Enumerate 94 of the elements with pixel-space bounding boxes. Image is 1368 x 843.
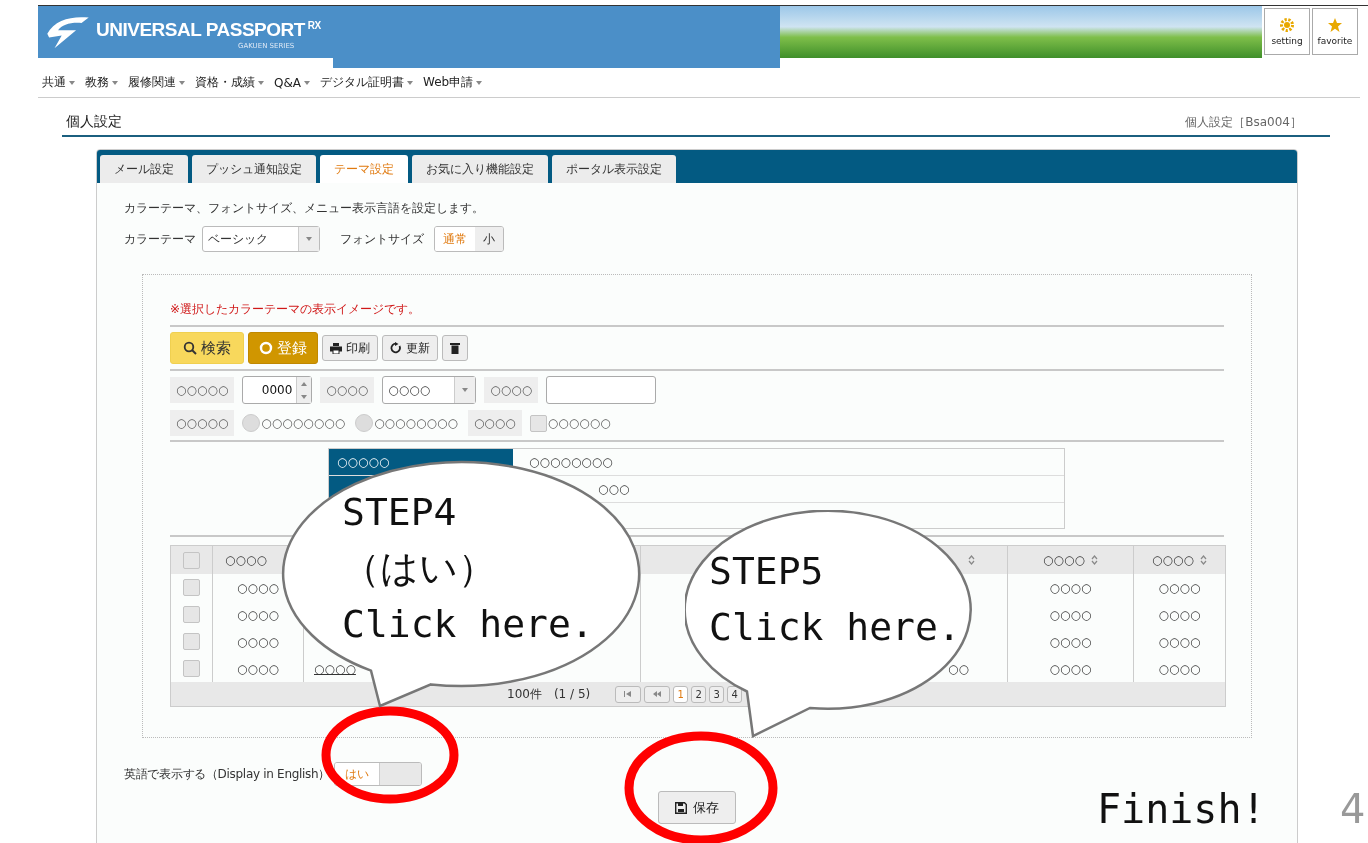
tab[interactable]: プッシュ通知設定 (192, 155, 316, 183)
form-label: ○○○○○ (170, 377, 235, 403)
page-button[interactable]: 3 (709, 685, 725, 703)
select-field[interactable]: ○○○○ (382, 376, 477, 404)
field-label: カラーテーマ (124, 230, 196, 248)
field-label: 英語で表示する（Display in English） (124, 765, 331, 783)
form-label: ○○○○○ (170, 410, 235, 436)
menu-item[interactable]: 共通 (42, 74, 75, 91)
page-number: 4 (1340, 786, 1366, 832)
font-size-option[interactable]: 小 (475, 227, 503, 251)
caret-icon (69, 80, 75, 85)
theme-select[interactable]: ベーシック (202, 226, 320, 252)
radio-button[interactable] (242, 414, 261, 432)
callout-text: STEP5 Click here. (709, 548, 961, 651)
toolbar-button[interactable]: 検索 (170, 332, 244, 364)
tab[interactable]: メール設定 (100, 155, 188, 183)
tab[interactable]: ポータル表示設定 (552, 155, 676, 183)
toolbar-button[interactable]: 印刷 (322, 335, 378, 361)
column-header[interactable]: ○○○○ (1043, 553, 1085, 567)
table-cell: ○○○○ (1049, 661, 1092, 676)
radio-button[interactable] (355, 414, 374, 432)
table-cell: ○○○○ (237, 661, 279, 676)
trash-icon (450, 342, 460, 354)
table-cell: ○○○○○○○○ (529, 455, 613, 469)
sort-icon[interactable] (968, 555, 975, 565)
table-cell: ○○○○ (1049, 607, 1092, 622)
star-icon (1327, 17, 1343, 33)
table-cell: ○○ (948, 661, 969, 676)
caret-icon (304, 80, 310, 85)
search-icon (183, 341, 197, 355)
column-header[interactable]: ○○○○ (1152, 553, 1194, 567)
input-field[interactable] (546, 376, 657, 404)
option-label: ○○○○○○ (547, 416, 611, 430)
page-button[interactable]: 2 (691, 685, 707, 703)
table-link[interactable]: ○○○○ (314, 661, 356, 676)
rewind-icon (652, 691, 662, 697)
table-cell: ○○○○ (1049, 580, 1092, 595)
header-button[interactable]: setting (1264, 8, 1310, 55)
checkbox[interactable] (529, 414, 547, 432)
checkbox[interactable] (183, 551, 200, 569)
table-cell: ○○○○ (1158, 607, 1201, 622)
table-cell: ○○○○ (237, 607, 279, 622)
tab[interactable]: お気に入り機能設定 (412, 155, 548, 183)
table-cell: ○○○○ (1158, 580, 1201, 595)
logo-text: UNIVERSAL PASSPORT$^{RX}$ (96, 20, 321, 40)
checkbox[interactable] (183, 579, 200, 596)
caret-icon (407, 80, 413, 85)
delete-button[interactable] (442, 335, 468, 361)
table-cell: ○○○ (598, 482, 630, 496)
callout-text: STEP4 （はい） Click here. (342, 489, 594, 648)
first-page-icon (624, 691, 633, 697)
option-label: ○○○○○○○○ (374, 416, 458, 430)
sort-icon[interactable] (1199, 555, 1207, 565)
table-cell: ○○○○ (237, 634, 279, 649)
caret-icon (258, 80, 264, 85)
description-text: カラーテーマ、フォントサイズ、メニュー表示言語を設定します。 (124, 200, 485, 216)
caret-icon (179, 80, 185, 85)
print-icon (330, 342, 342, 354)
sort-icon[interactable] (1090, 555, 1098, 565)
menu-item[interactable]: デジタル証明書 (320, 74, 413, 91)
save-button[interactable]: 保存 (658, 791, 736, 824)
checkbox[interactable] (183, 633, 200, 650)
field-label: フォントサイズ (340, 230, 424, 248)
form-label: ○○○○ (467, 410, 522, 436)
option-label: ○○○○○○○○ (261, 416, 346, 430)
checkbox[interactable] (183, 660, 200, 677)
table-cell: ○○○○ (1158, 634, 1201, 649)
table-cell: ○○○○ (1158, 661, 1201, 676)
form-label: ○○○○ (320, 377, 375, 403)
refresh-icon (390, 342, 402, 354)
preview-note: ※選択したカラーテーマの表示イメージです。 (170, 301, 422, 318)
screen-id: 個人設定［Bsa004］ (1185, 114, 1302, 131)
table-cell: ○○○○ (237, 580, 279, 595)
circle-icon (259, 341, 273, 355)
column-header[interactable]: ○○○○ (225, 553, 267, 567)
toolbar-button[interactable]: 更新 (382, 335, 438, 361)
menu-item[interactable]: 資格・成績 (195, 74, 264, 91)
caret-icon (112, 80, 118, 85)
menu-item[interactable]: Q&A (274, 75, 310, 90)
header-button[interactable]: favorite (1312, 8, 1358, 55)
page-title: 個人設定 (66, 113, 122, 131)
gear-icon (1279, 17, 1295, 33)
finish-text: Finish! (1097, 786, 1266, 832)
checkbox[interactable] (183, 606, 200, 623)
form-label: ○○○○ (484, 377, 539, 403)
menu-item[interactable]: Web申請 (423, 74, 483, 91)
table-cell: ○○○○ (1049, 634, 1092, 649)
menu-item[interactable]: 教務 (85, 74, 118, 91)
caret-icon (476, 80, 483, 85)
record-count: 100件 (1 / 5) (507, 685, 591, 703)
previous-page-button[interactable] (644, 685, 671, 703)
menu-item[interactable]: 履修関連 (128, 74, 185, 91)
first-page-button[interactable] (615, 685, 642, 703)
number-field[interactable]: 0000 (242, 376, 313, 404)
